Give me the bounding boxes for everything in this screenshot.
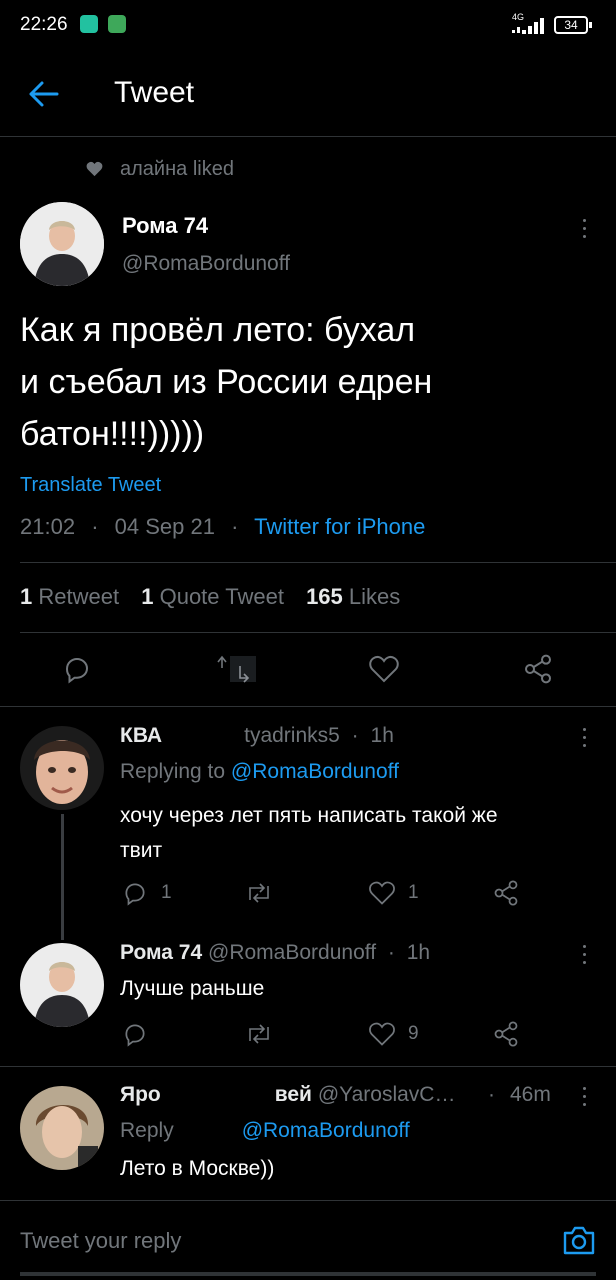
reply-author-handle[interactable]: @YaroslavC… xyxy=(318,1083,456,1106)
social-context-text: алайна liked xyxy=(120,158,234,180)
reply-author-handle[interactable]: tyadrinks5 xyxy=(244,724,340,747)
back-arrow-icon[interactable] xyxy=(28,80,60,108)
reply-header: Рома 74 @RomaBordunoff · 1h xyxy=(120,941,431,964)
heart-icon xyxy=(86,161,103,177)
translate-tweet-link[interactable]: Translate Tweet xyxy=(20,474,161,497)
reply-icon[interactable] xyxy=(122,880,148,906)
reply-icon[interactable] xyxy=(62,654,92,684)
like-icon[interactable] xyxy=(368,1021,396,1047)
tweet-text-line: Как я провёл лето: бухал xyxy=(20,311,416,349)
retweet-icon[interactable] xyxy=(244,880,274,906)
replying-to: Reply @RomaBordunoff xyxy=(120,1119,410,1142)
home-indicator xyxy=(20,1272,596,1276)
tweet-stats: 1 Retweet 1 Quote Tweet 165 Likes xyxy=(20,584,400,610)
tweet-text-line: батон!!!!))))) xyxy=(20,415,205,453)
tweet-author-name[interactable]: Рома 74 xyxy=(122,213,208,239)
share-icon[interactable] xyxy=(492,1020,520,1048)
tweet-meta: 21:02 · 04 Sep 21 · Twitter for iPhone xyxy=(20,514,426,539)
reply-text: Лето в Москве)) xyxy=(120,1157,275,1180)
reply-author-name[interactable]: КВА xyxy=(120,724,162,747)
tweet-source-link[interactable]: Twitter for iPhone xyxy=(254,514,425,539)
share-icon[interactable] xyxy=(492,879,520,907)
reply-divider xyxy=(0,1066,616,1067)
meta-divider xyxy=(20,562,616,563)
retweet-icon[interactable] xyxy=(214,654,258,684)
more-icon[interactable] xyxy=(581,219,587,238)
reply-count: 1 xyxy=(161,882,172,903)
camera-icon[interactable] xyxy=(562,1224,596,1256)
reply-author-name[interactable]: Яро xyxy=(120,1083,161,1106)
battery-icon: 34 xyxy=(554,16,588,34)
reply-header: КВА tyadrinks5 · 1h xyxy=(120,724,394,747)
reply-input[interactable]: Tweet your reply xyxy=(20,1228,181,1254)
likes-stat[interactable]: 165 Likes xyxy=(306,584,400,609)
header-divider xyxy=(0,136,616,137)
retweet-icon[interactable] xyxy=(244,1021,274,1047)
avatar[interactable] xyxy=(20,1086,104,1170)
reply-time: 1h xyxy=(406,941,431,964)
status-time: 22:26 xyxy=(20,14,68,35)
share-icon[interactable] xyxy=(522,653,554,685)
replying-to-handle[interactable]: @RomaBordunoff xyxy=(242,1119,410,1142)
replying-to-handle[interactable]: @RomaBordunoff xyxy=(231,760,399,783)
reply-time: 46m xyxy=(510,1083,551,1106)
tweet-text: Как я провёл лето: бухал и съебал из Рос… xyxy=(20,304,432,460)
tweet-text-line: и съебал из России едрен xyxy=(20,363,433,401)
page-title: Tweet xyxy=(114,76,195,109)
more-icon[interactable] xyxy=(581,1087,587,1106)
like-count: 9 xyxy=(408,1023,419,1044)
avatar[interactable] xyxy=(20,943,104,1027)
reply-author-handle[interactable]: @RomaBordunoff xyxy=(208,941,376,964)
tweet-author-handle[interactable]: @RomaBordunoff xyxy=(122,252,290,276)
like-icon[interactable] xyxy=(368,654,400,684)
stats-divider xyxy=(20,632,616,633)
reply-time: 1h xyxy=(370,724,394,747)
reply-author-name-end[interactable]: вей xyxy=(275,1083,312,1106)
tweet-date: 04 Sep 21 xyxy=(114,514,215,539)
actions-divider xyxy=(0,706,616,707)
reply-text: хочу через лет пять написать такой же тв… xyxy=(120,804,498,862)
battery-level: 34 xyxy=(564,18,578,32)
reply-header: Яро вей @YaroslavC… xyxy=(120,1083,455,1107)
more-icon[interactable] xyxy=(581,945,587,964)
reply-author-name[interactable]: Рома 74 xyxy=(120,941,202,964)
tweet-time: 21:02 xyxy=(20,514,76,539)
quote-stat[interactable]: 1 Quote Tweet xyxy=(141,584,284,609)
avatar[interactable] xyxy=(20,202,104,286)
thread-line xyxy=(61,814,64,940)
more-icon[interactable] xyxy=(581,728,587,747)
signal-icon xyxy=(512,18,544,34)
replying-to: Replying to @RomaBordunoff xyxy=(120,760,399,783)
reply-icon[interactable] xyxy=(122,1021,148,1047)
status-bar: 22:26 4G 34 xyxy=(0,0,616,52)
retweet-stat[interactable]: 1 Retweet xyxy=(20,584,119,609)
like-count: 1 xyxy=(408,882,419,903)
app-notification-icon xyxy=(108,15,126,33)
like-icon[interactable] xyxy=(368,880,396,906)
shield-app-icon xyxy=(80,15,98,33)
reply-text: Лучше раньше xyxy=(120,977,265,1000)
avatar[interactable] xyxy=(20,726,104,810)
compose-divider xyxy=(0,1200,616,1201)
